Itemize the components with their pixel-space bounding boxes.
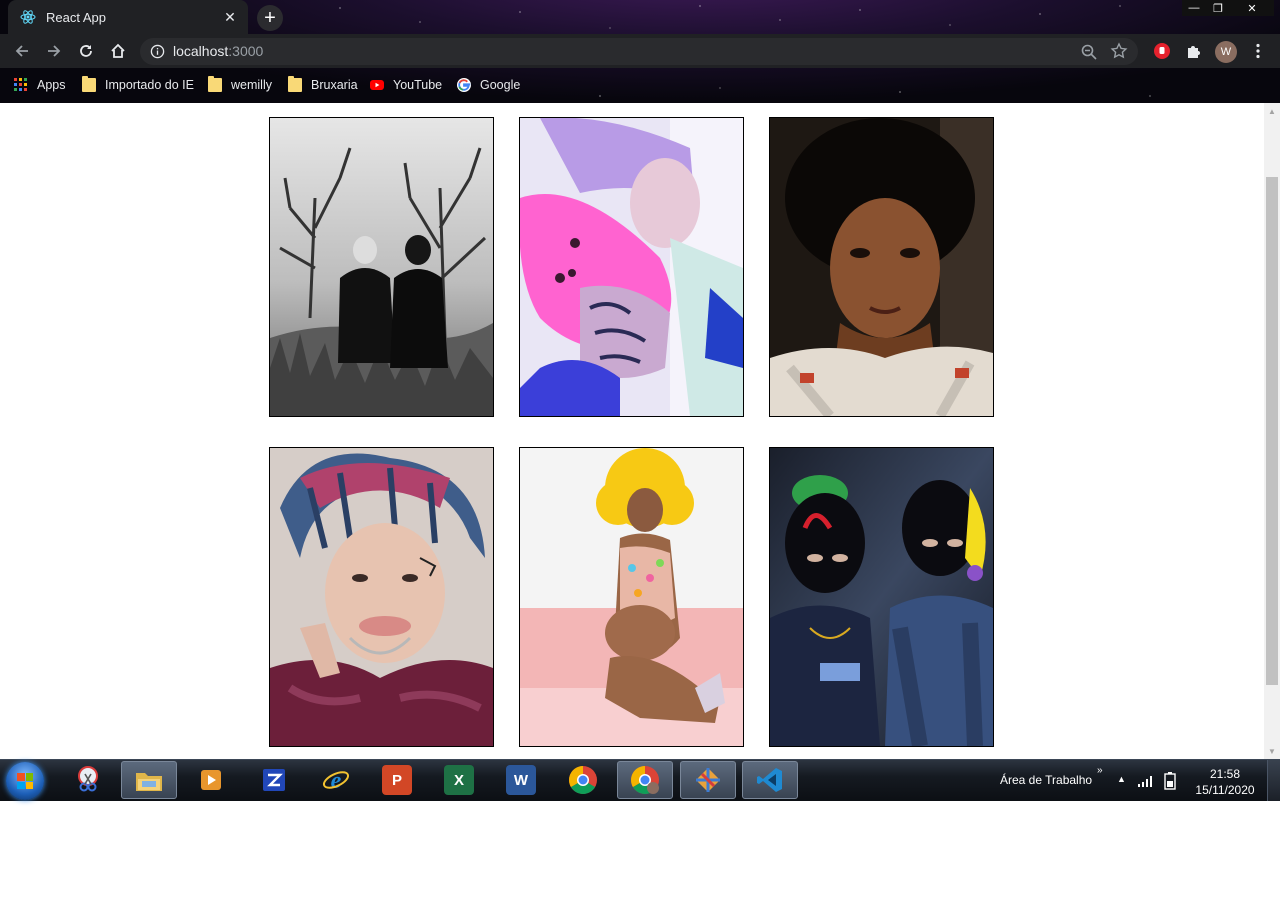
url-text[interactable]: localhost:3000 [173,43,263,59]
clock-time: 21:58 [1209,767,1241,781]
restore-icon[interactable]: ❐ [1206,0,1230,16]
apps-grid-icon [14,78,27,91]
taskbar-internet-explorer[interactable]: e [308,761,364,799]
bookmark-apps[interactable]: Apps [14,76,66,94]
site-info-icon[interactable] [150,44,165,59]
minimize-icon[interactable]: — [1182,0,1206,16]
taskbar-app-blue-z[interactable] [246,761,302,799]
menu-kebab-icon[interactable] [1249,42,1267,60]
taskbar-excel[interactable]: X [431,761,487,799]
bookmark-label: Apps [37,78,66,92]
google-icon [457,78,471,92]
system-clock[interactable]: 21:58 15/11/2020 [1190,766,1260,798]
bookmark-google[interactable]: Google [457,76,520,94]
url-port: :3000 [228,43,264,59]
folder-icon [136,773,162,791]
page-scrollbar[interactable]: ▲ ▼ [1264,103,1280,759]
taskbar-app-gem[interactable] [680,761,736,799]
gallery-image-5[interactable] [519,447,744,747]
extensions-puzzle-icon[interactable] [1185,42,1203,60]
bookmark-youtube[interactable]: YouTube [370,76,442,94]
bookmark-label: Importado do IE [105,78,194,92]
youtube-icon [370,80,384,90]
react-logo-icon [20,10,36,24]
taskbar-chrome[interactable] [555,761,611,799]
photo-balaclava-duo [770,448,993,746]
bookmark-wemilly[interactable]: wemilly [208,76,272,94]
folder-icon [82,76,96,92]
gem-icon [696,768,720,792]
windows-logo-icon [17,773,33,789]
bookmarks-bar: Apps Importado do IE wemilly Bruxaria Yo… [0,68,1280,100]
photo-yellow-wig-pink-set [520,448,743,746]
gallery-image-1[interactable] [269,117,494,417]
gallery-image-4[interactable] [269,447,494,747]
word-icon: W [506,765,536,795]
page-viewport [0,103,1264,759]
taskbar-snipping-tool[interactable] [60,761,116,799]
close-tab-icon[interactable]: ✕ [220,7,240,27]
show-desktop-button[interactable] [1267,760,1280,801]
new-tab-button[interactable]: + [257,5,283,31]
start-button[interactable] [6,762,44,800]
photo-pink-pillow-tattoo [520,118,743,416]
scrollbar-thumb[interactable] [1266,177,1278,685]
taskbar-powerpoint[interactable]: P [369,761,425,799]
toolbar-chevron-icon[interactable]: » [1097,765,1103,776]
browser-chrome: React App ✕ + — ❐ ✕ localhost:3000 W App… [0,0,1280,103]
reload-icon[interactable] [74,39,98,63]
taskbar-vscode[interactable] [742,761,798,799]
scroll-up-icon[interactable]: ▲ [1264,103,1280,119]
bookmark-bruxaria[interactable]: Bruxaria [288,76,358,94]
desktop-toolbar-label[interactable]: Área de Trabalho [1000,773,1092,787]
chrome-profile-icon [631,766,659,794]
chrome-icon [569,766,597,794]
excel-icon: X [444,765,474,795]
home-icon[interactable] [106,39,130,63]
gallery-image-6[interactable] [769,447,994,747]
vscode-icon [757,768,782,792]
bookmark-star-icon[interactable] [1110,42,1128,60]
gallery-image-3[interactable] [769,117,994,417]
photo-curly-hair-portrait [770,118,993,416]
scissors-icon [78,766,98,792]
tab-react-app[interactable]: React App ✕ [8,0,248,34]
taskbar-chrome-profile[interactable] [617,761,673,799]
zoom-icon[interactable] [1080,43,1098,61]
windows-taskbar: e P X W Área de Trabalho » ▲ 21:58 15/11… [0,759,1280,801]
browser-toolbar: localhost:3000 [0,34,1280,68]
tab-title: React App [46,9,106,25]
window-controls: — ❐ ✕ [1182,0,1274,16]
photo-colored-hair-selfie [270,448,493,746]
forward-icon[interactable] [42,39,66,63]
show-hidden-icons-icon[interactable]: ▲ [1117,774,1126,784]
back-icon[interactable] [10,39,34,63]
taskbar-file-explorer[interactable] [121,761,177,799]
battery-icon[interactable] [1164,772,1176,790]
network-signal-icon[interactable] [1137,774,1153,788]
extension-shield-icon[interactable] [1153,42,1171,60]
bookmark-label: YouTube [393,78,443,92]
bookmark-label: wemilly [231,78,272,92]
play-icon [201,770,221,790]
gallery-image-2[interactable] [519,117,744,417]
close-window-icon[interactable]: ✕ [1230,0,1274,16]
bookmark-label: Google [480,78,521,92]
internet-explorer-icon: e [322,768,350,794]
taskbar-media-player[interactable] [183,761,239,799]
taskbar-word[interactable]: W [493,761,549,799]
photo-bw-duo-trees [270,118,493,416]
profile-avatar[interactable]: W [1215,41,1237,63]
powerpoint-icon: P [382,765,412,795]
folder-icon [208,76,222,92]
bookmark-label: Bruxaria [311,78,358,92]
bookmark-importado-do-ie[interactable]: Importado do IE [82,76,194,94]
scroll-down-icon[interactable]: ▼ [1264,743,1280,759]
app-z-icon [263,769,285,791]
folder-icon [288,76,302,92]
url-host: localhost [173,43,229,59]
clock-date: 15/11/2020 [1195,783,1255,797]
address-bar[interactable]: localhost:3000 [140,38,1138,65]
